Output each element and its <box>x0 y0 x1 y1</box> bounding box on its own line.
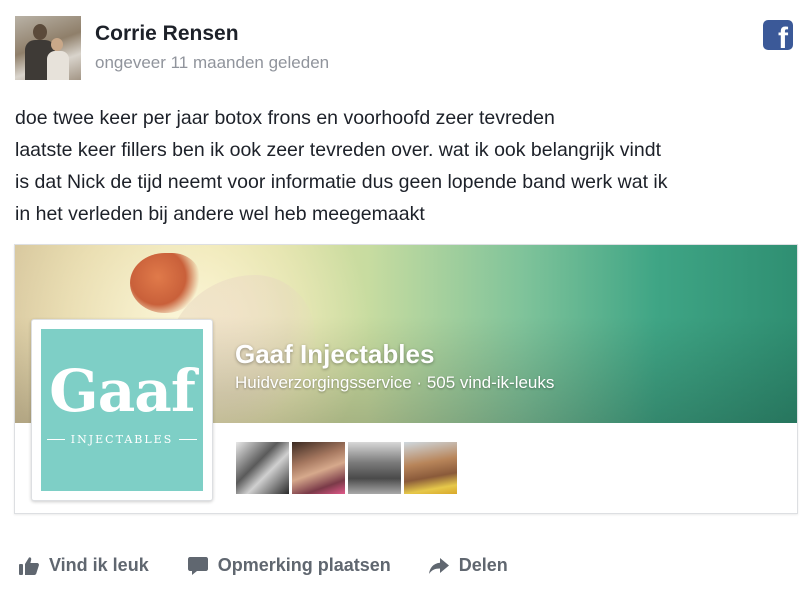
share-label: Delen <box>458 555 508 575</box>
photo-thumbnail[interactable] <box>348 442 401 494</box>
post-text-line: is dat Nick de tijd neemt voor informati… <box>15 171 668 193</box>
photo-thumbnail[interactable] <box>404 442 457 494</box>
post-text: doe twee keer per jaar botox frons en vo… <box>15 102 790 230</box>
thumbs-up-icon <box>19 556 39 575</box>
like-label: Vind ik leuk <box>49 555 149 575</box>
post-timestamp[interactable]: ongeveer 11 maanden geleden <box>95 53 329 73</box>
page-meta: Huidverzorgingsservice · 505 vind-ik-leu… <box>235 373 554 393</box>
post-action-bar: Vind ik leuk Opmerking plaatsen Delen <box>18 555 508 576</box>
speech-bubble-icon <box>187 556 208 575</box>
meta-separator: · <box>416 373 423 392</box>
post-text-line: laatste keer fillers ben ik ook zeer tev… <box>15 139 661 161</box>
facebook-post: Corrie Rensen ongeveer 11 maanden gelede… <box>0 0 800 600</box>
page-card[interactable]: Gaaf Injectables Huidverzorgingsservice … <box>14 244 798 514</box>
comment-button[interactable]: Opmerking plaatsen <box>187 555 391 576</box>
author-name[interactable]: Corrie Rensen <box>95 22 239 46</box>
page-photo-thumbnails <box>236 442 457 494</box>
share-arrow-icon <box>428 557 449 574</box>
page-profile-picture[interactable]: Gaaf INJECTABLES <box>31 319 213 501</box>
share-button[interactable]: Delen <box>428 555 508 576</box>
author-avatar[interactable] <box>15 16 81 80</box>
photo-thumbnail[interactable] <box>236 442 289 494</box>
page-category: Huidverzorgingsservice <box>235 373 412 392</box>
comment-label: Opmerking plaatsen <box>217 555 391 575</box>
photo-thumbnail[interactable] <box>292 442 345 494</box>
page-logo: Gaaf INJECTABLES <box>41 329 203 491</box>
page-likes-count: 505 vind-ik-leuks <box>426 373 555 392</box>
logo-wordmark: Gaaf <box>49 357 196 425</box>
post-text-line: in het verleden bij andere wel heb meege… <box>15 203 425 225</box>
facebook-icon[interactable]: f <box>763 20 793 50</box>
page-name[interactable]: Gaaf Injectables <box>235 339 434 370</box>
post-text-line: doe twee keer per jaar botox frons en vo… <box>15 107 555 129</box>
like-button[interactable]: Vind ik leuk <box>18 555 149 576</box>
